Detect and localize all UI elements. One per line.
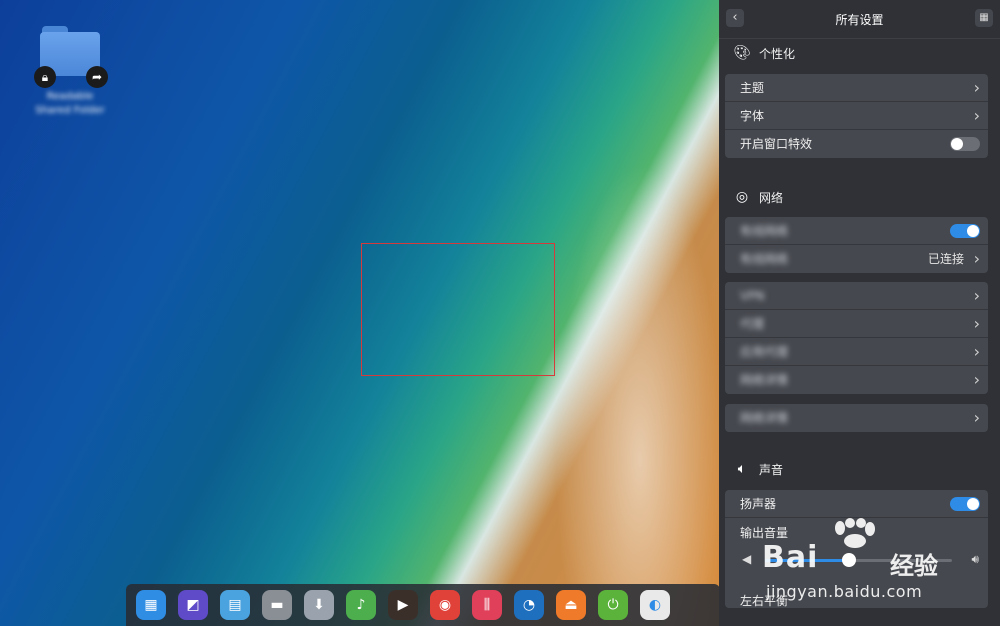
settings-panel: ‹ 所有设置 ▦ 🎨︎ 个性化 主题 › 字体 › 开启窗口特效 ◎ 网络 有线…	[719, 0, 1000, 626]
row-label: 网络详情	[740, 373, 789, 387]
network-group-3: 网络详情 ›	[725, 404, 988, 432]
sound-group: 扬声器 输出音量 ◀ 🔊︎ 左右平衡	[725, 490, 988, 608]
chevron-right-icon: ›	[973, 249, 980, 268]
panel-title: 所有设置	[835, 13, 884, 27]
row-label: 字体	[740, 109, 765, 123]
section-sound: 🔈︎ 声音	[733, 459, 783, 479]
connection-status: 已连接	[927, 252, 964, 266]
folder-icon: 🔒︎ ➦	[34, 24, 108, 88]
panel-header: ‹ 所有设置 ▦	[719, 0, 1000, 39]
grid-view-button[interactable]: ▦	[975, 9, 993, 27]
chrome-icon[interactable]: ◉	[430, 590, 460, 620]
chevron-right-icon: ›	[973, 314, 980, 333]
app-store-icon[interactable]: ⬇	[304, 590, 334, 620]
volume-high-icon: 🔊︎	[971, 552, 979, 566]
row-vpn[interactable]: VPN ›	[725, 282, 988, 310]
screenshot-icon[interactable]: ◩	[178, 590, 208, 620]
chevron-right-icon: ›	[973, 106, 980, 125]
balance-label: 左右平衡	[740, 594, 789, 608]
wired-network-toggle[interactable]	[950, 224, 980, 238]
row-label: 应用代理	[740, 345, 789, 359]
volume-low-icon: ◀	[742, 552, 752, 566]
chevron-right-icon: ›	[973, 286, 980, 305]
share-arrow-icon: ➦	[86, 66, 108, 88]
personalization-group: 主题 › 字体 › 开启窗口特效	[725, 74, 988, 158]
chevron-right-icon: ›	[973, 78, 980, 97]
row-app-proxy[interactable]: 应用代理 ›	[725, 338, 988, 366]
row-wired-network: 有线网络	[725, 217, 988, 245]
network-group-1: 有线网络 有线网络 已连接 ›	[725, 217, 988, 273]
section-network: ◎ 网络	[733, 187, 783, 207]
row-label: VPN	[740, 289, 765, 303]
chevron-right-icon: ›	[973, 370, 980, 389]
row-network-info[interactable]: 网络详情 ›	[725, 404, 988, 432]
volume-slider-handle[interactable]	[842, 553, 857, 567]
launcher-icon[interactable]: ▦	[136, 590, 166, 620]
power-icon[interactable]: ⏻	[598, 590, 628, 620]
row-label: 代理	[740, 317, 765, 331]
row-label: 有线网络	[740, 252, 789, 266]
speaker-icon: 🔈︎	[737, 461, 747, 477]
music-icon[interactable]: ♪	[346, 590, 376, 620]
network-group-2: VPN › 代理 › 应用代理 › 网络详情 ›	[725, 282, 988, 394]
lock-icon: 🔒︎	[34, 66, 56, 88]
row-connection[interactable]: 有线网络 已连接 ›	[725, 245, 988, 273]
network-icon: ◎	[735, 189, 749, 205]
window-effects-toggle[interactable]	[950, 137, 980, 151]
system-monitor-icon[interactable]: ◔	[514, 590, 544, 620]
row-theme[interactable]: 主题 ›	[725, 74, 988, 102]
section-title: 个性化	[759, 46, 796, 61]
speaker-toggle[interactable]	[950, 497, 980, 511]
row-font[interactable]: 字体 ›	[725, 102, 988, 130]
multitask-view-icon[interactable]: ▤	[220, 590, 250, 620]
movie-icon[interactable]: ▶	[388, 590, 418, 620]
palette-icon: 🎨︎	[733, 45, 751, 61]
row-label: 主题	[740, 81, 765, 95]
row-label: 网络详情	[740, 411, 789, 425]
section-personalization: 🎨︎ 个性化	[733, 43, 795, 63]
grid-icon: ▦	[979, 12, 989, 23]
desktop-folder[interactable]: 🔒︎ ➦ Readable Shared Folder	[30, 24, 110, 118]
row-label: 有线网络	[740, 224, 789, 238]
chevron-right-icon: ›	[973, 408, 980, 427]
output-volume-slider[interactable]	[765, 553, 952, 567]
row-output-volume: 输出音量 ◀ 🔊︎ 左右平衡	[725, 518, 988, 608]
file-manager-icon[interactable]: ▬	[262, 590, 292, 620]
output-volume-label: 输出音量	[740, 526, 789, 540]
folder-label: Readable Shared Folder	[35, 91, 105, 116]
dock: ▦ ◩ ▤ ▬ ⬇ ♪ ▶ ◉ ⫼ ◔ ⏏ ⏻ ◐	[126, 584, 720, 626]
section-title: 声音	[759, 462, 784, 477]
mixer-icon[interactable]: ⫼	[472, 590, 502, 620]
section-title: 网络	[759, 190, 784, 205]
row-window-effects: 开启窗口特效	[725, 130, 988, 158]
row-network-details[interactable]: 网络详情 ›	[725, 366, 988, 394]
row-label: 扬声器	[740, 497, 777, 511]
row-speaker: 扬声器	[725, 490, 988, 518]
selection-rectangle	[361, 243, 555, 376]
chevron-right-icon: ›	[973, 342, 980, 361]
row-label: 开启窗口特效	[740, 137, 813, 151]
control-center-icon[interactable]: ◐	[640, 590, 670, 620]
eject-icon[interactable]: ⏏	[556, 590, 586, 620]
volume-fill	[765, 559, 850, 562]
row-proxy[interactable]: 代理 ›	[725, 310, 988, 338]
